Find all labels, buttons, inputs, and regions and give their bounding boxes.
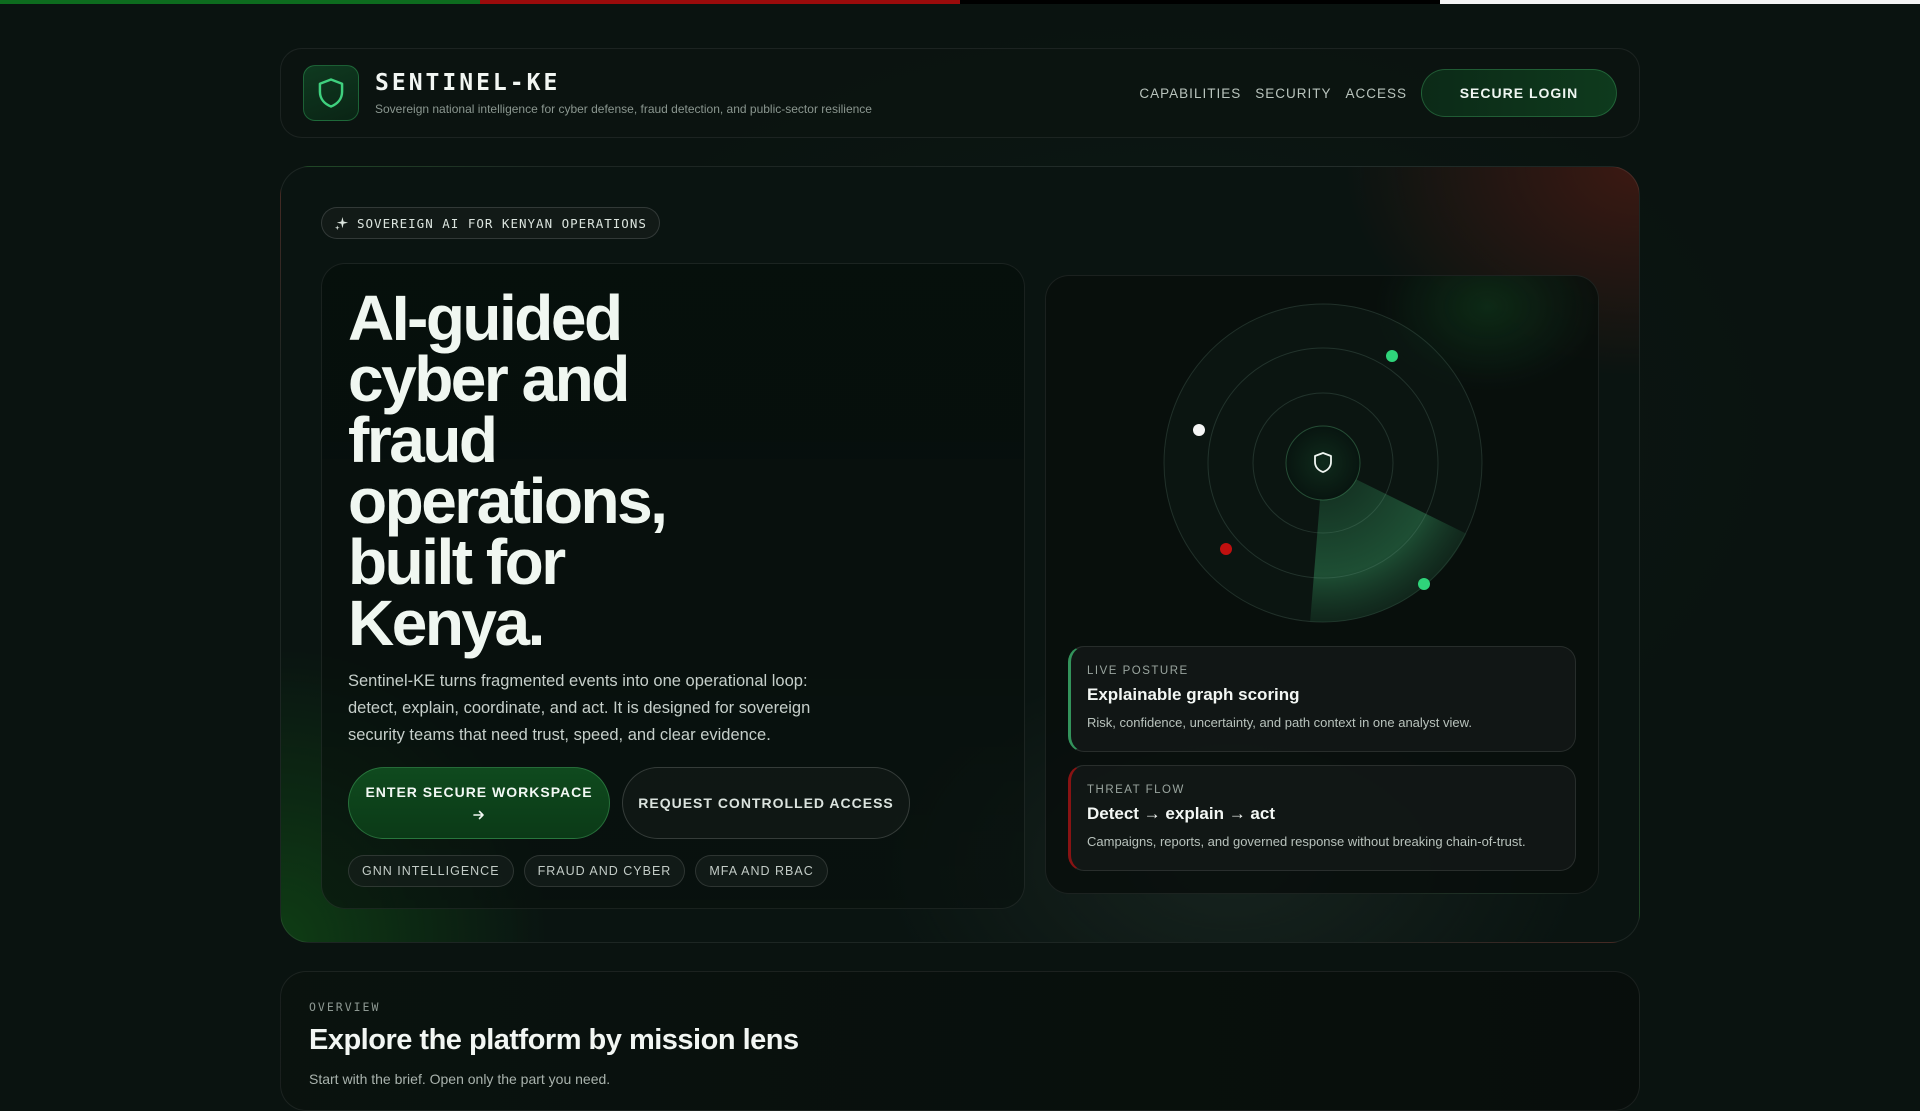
request-access-button[interactable]: REQUEST CONTROLLED ACCESS	[622, 767, 910, 839]
hero-pill-label: SOVEREIGN AI FOR KENYAN OPERATIONS	[357, 215, 647, 231]
nav-capabilities[interactable]: CAPABILITIES	[1139, 86, 1241, 101]
radar-blip-red	[1220, 543, 1232, 555]
live-posture-title: Explainable graph scoring	[1087, 685, 1300, 704]
tag-mfa-and-rbac: MFA AND RBAC	[695, 855, 828, 887]
threat-flow-kicker: THREAT FLOW	[1087, 784, 1185, 796]
flag-stripe-white	[1440, 0, 1920, 4]
secure-login-button[interactable]: SECURE LOGIN	[1421, 69, 1617, 117]
nav-access[interactable]: ACCESS	[1345, 86, 1407, 101]
brand-tagline: Sovereign national intelligence for cybe…	[375, 102, 872, 116]
threat-flow-title: Detect → explain → act	[1087, 804, 1276, 823]
nav-security[interactable]: SECURITY	[1255, 86, 1331, 101]
flag-stripe-black	[960, 0, 1440, 4]
flag-stripe-red	[480, 0, 960, 4]
posture-panel: LIVE POSTURE Explainable graph scoring R…	[1045, 275, 1599, 894]
brand-name: SENTINEL-KE	[375, 70, 561, 96]
flag-stripe-green	[0, 0, 480, 4]
hero-text-card: AI-guided cyber and fraud operations, bu…	[321, 263, 1025, 909]
overview-section: OVERVIEW Explore the platform by mission…	[280, 971, 1640, 1111]
hero-description: Sentinel-KE turns fragmented events into…	[348, 672, 811, 744]
cta-row: ENTER SECURE WORKSPACE REQUEST CONTROLLE…	[348, 767, 998, 839]
live-posture-text: Risk, confidence, uncertainty, and path …	[1087, 715, 1472, 730]
threat-radar	[1163, 303, 1483, 623]
radar-blip-green-top	[1386, 350, 1398, 362]
threat-flow-card: THREAT FLOW Detect → explain → act Campa…	[1068, 765, 1576, 871]
flag-stripe-bar	[0, 0, 1920, 4]
hero-section: SOVEREIGN AI FOR KENYAN OPERATIONS AI-gu…	[280, 166, 1640, 943]
enter-workspace-label: ENTER SECURE WORKSPACE	[365, 784, 593, 800]
radar-core	[1285, 425, 1361, 501]
brand-logo[interactable]	[303, 65, 359, 121]
overview-kicker: OVERVIEW	[309, 1000, 381, 1014]
site-header: SENTINEL-KE Sovereign national intellige…	[280, 48, 1640, 138]
overview-title: Explore the platform by mission lens	[309, 1024, 799, 1056]
hero-headline: AI-guided cyber and fraud operations, bu…	[348, 282, 668, 659]
arrow-right-icon	[473, 810, 484, 820]
hero-pill-badge: SOVEREIGN AI FOR KENYAN OPERATIONS	[321, 207, 660, 239]
sparkles-icon	[334, 216, 349, 230]
live-posture-kicker: LIVE POSTURE	[1087, 665, 1189, 677]
tag-fraud-and-cyber: FRAUD AND CYBER	[523, 855, 686, 887]
threat-flow-text: Campaigns, reports, and governed respons…	[1087, 834, 1526, 849]
enter-workspace-button[interactable]: ENTER SECURE WORKSPACE	[348, 767, 610, 839]
brand-block: SENTINEL-KE Sovereign national intellige…	[375, 70, 872, 116]
overview-subtitle: Start with the brief. Open only the part…	[309, 1071, 611, 1087]
capability-tags: GNN INTELLIGENCE FRAUD AND CYBER MFA AND…	[348, 855, 998, 887]
live-posture-card: LIVE POSTURE Explainable graph scoring R…	[1068, 646, 1576, 752]
main-nav: CAPABILITIES SECURITY ACCESS SECURE LOGI…	[1125, 69, 1617, 117]
radar-blip-green-bottom	[1418, 578, 1430, 590]
shield-icon	[318, 78, 344, 108]
tag-gnn-intelligence: GNN INTELLIGENCE	[348, 855, 514, 887]
radar-blip-white	[1193, 424, 1205, 436]
